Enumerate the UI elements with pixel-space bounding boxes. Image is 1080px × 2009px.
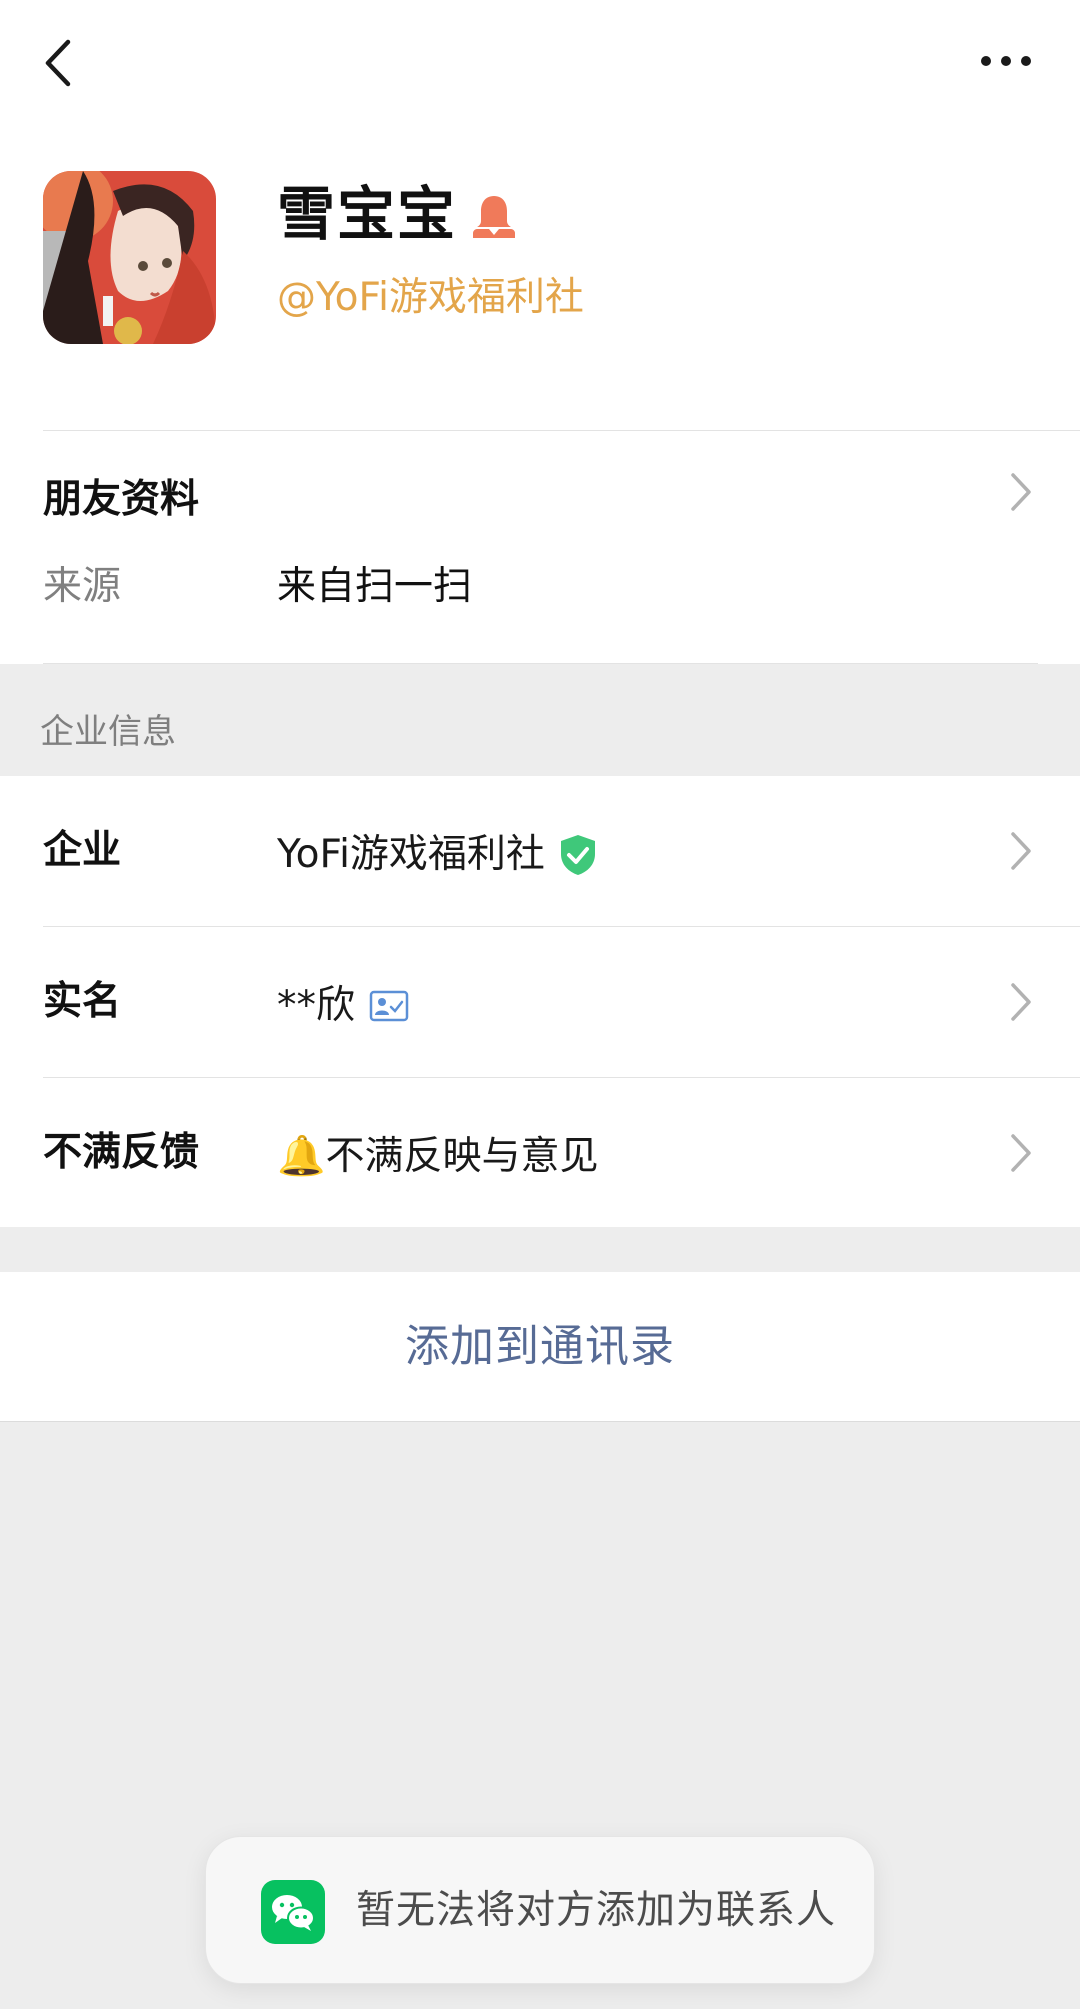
row-label: 实名 (43, 979, 122, 1024)
add-contact-button[interactable]: 添加到通讯录 (0, 1272, 1080, 1422)
company-name: YoFi游戏福利社 (277, 832, 545, 877)
contact-name: 雪宝宝 (277, 180, 458, 248)
ellipsis-icon (981, 56, 1031, 66)
avatar[interactable] (43, 171, 216, 344)
feedback-row[interactable]: 不满反馈 🔔不满反映与意见 (0, 1078, 1080, 1228)
company-info-list: 企业 YoFi游戏福利社 实名 **欣 不满反馈 🔔不满反映与意见 (0, 776, 1080, 1227)
row-value: 🔔不满反映与意见 (277, 1129, 599, 1185)
row-label: 不满反馈 (43, 1130, 200, 1175)
friend-info-row[interactable] (0, 430, 1080, 664)
real-name-value: **欣 (277, 983, 356, 1028)
toast: 暂无法将对方添加为联系人 (205, 1836, 875, 1984)
toast-message: 暂无法将对方添加为联系人 (356, 1888, 837, 1933)
add-contact-label: 添加到通讯录 (405, 1321, 675, 1372)
verified-shield-icon (560, 835, 595, 875)
chevron-right-icon (1011, 1134, 1031, 1172)
org-handle[interactable]: @YoFi游戏福利社 (277, 272, 584, 324)
wechat-icon (261, 1880, 325, 1944)
row-value: YoFi游戏福利社 (277, 827, 597, 883)
contact-name-row: 雪宝宝 (277, 178, 516, 250)
chevron-left-icon (45, 39, 71, 87)
person-icon (473, 196, 516, 238)
back-button[interactable] (30, 30, 94, 94)
company-row[interactable]: 企业 YoFi游戏福利社 (0, 776, 1080, 926)
chevron-right-icon (1011, 983, 1031, 1021)
real-name-row[interactable]: 实名 **欣 (0, 927, 1080, 1077)
chevron-right-icon (1011, 832, 1031, 870)
id-card-icon (369, 990, 409, 1022)
section-title-company: 企业信息 (40, 712, 176, 752)
source-value: 来自扫一扫 (277, 564, 473, 609)
row-value: **欣 (277, 978, 409, 1034)
feedback-value: 🔔不满反映与意见 (277, 1134, 599, 1179)
more-options-button[interactable] (966, 40, 1046, 90)
source-label: 来源 (43, 564, 122, 609)
friend-info-title: 朋友资料 (43, 477, 200, 522)
row-label: 企业 (43, 828, 122, 873)
chevron-right-icon (1011, 473, 1031, 511)
divider (43, 663, 1038, 664)
